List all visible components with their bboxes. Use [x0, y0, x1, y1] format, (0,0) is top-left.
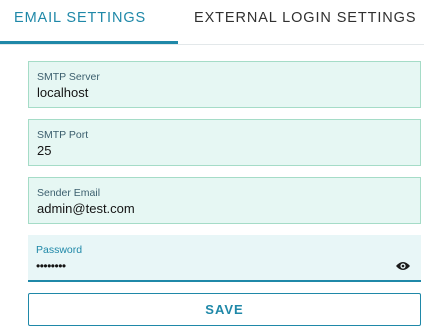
- password-field[interactable]: Password ••••••••: [28, 235, 421, 282]
- password-label: Password: [36, 244, 83, 256]
- smtp-server-label: SMTP Server: [37, 71, 100, 83]
- active-tab-indicator: [0, 41, 178, 44]
- eye-icon[interactable]: [395, 259, 411, 271]
- sender-email-label: Sender Email: [37, 187, 101, 199]
- smtp-port-field[interactable]: SMTP Port 25: [28, 119, 421, 166]
- smtp-server-field[interactable]: SMTP Server localhost: [28, 61, 421, 108]
- email-settings-page: EMAIL SETTINGS EXTERNAL LOGIN SETTINGS S…: [0, 0, 424, 326]
- tab-external-login-settings[interactable]: EXTERNAL LOGIN SETTINGS: [194, 10, 416, 26]
- smtp-port-input[interactable]: 25: [37, 143, 51, 158]
- save-button[interactable]: SAVE: [28, 293, 421, 326]
- smtp-port-label: SMTP Port: [37, 129, 89, 141]
- settings-tabs: EMAIL SETTINGS EXTERNAL LOGIN SETTINGS: [0, 0, 424, 45]
- sender-email-field[interactable]: Sender Email admin@test.com: [28, 177, 421, 224]
- tab-email-settings[interactable]: EMAIL SETTINGS: [14, 10, 146, 26]
- sender-email-input[interactable]: admin@test.com: [37, 201, 135, 216]
- smtp-server-input[interactable]: localhost: [37, 85, 88, 100]
- password-input[interactable]: ••••••••: [36, 259, 66, 273]
